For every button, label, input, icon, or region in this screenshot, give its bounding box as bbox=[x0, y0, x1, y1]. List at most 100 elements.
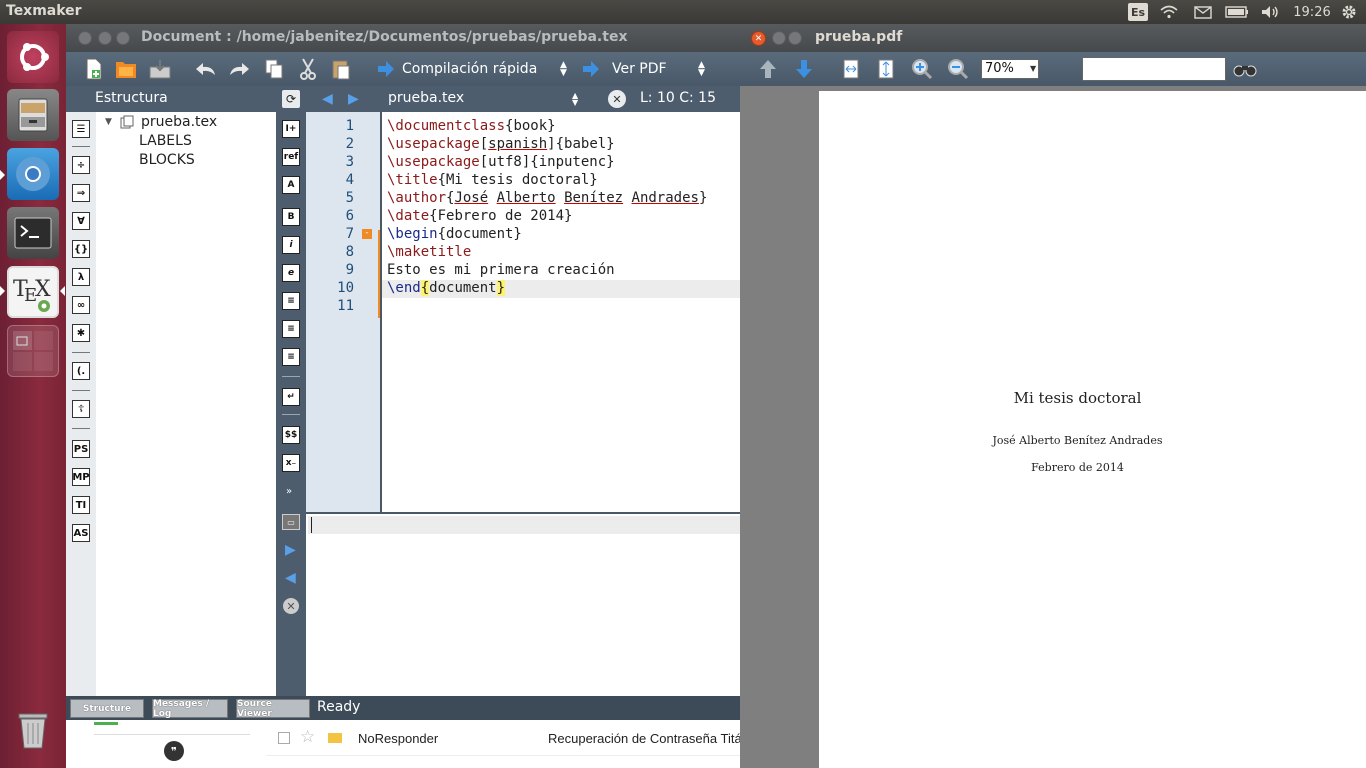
tree-item-blocks[interactable]: BLOCKS bbox=[139, 152, 195, 168]
keyboard-layout-indicator[interactable]: Es bbox=[1128, 3, 1148, 21]
quick-build-combo[interactable]: Compilación rápida ▲ ▼ bbox=[402, 58, 572, 80]
fit-page-icon[interactable] bbox=[874, 57, 898, 81]
view-run-icon[interactable] bbox=[579, 57, 603, 81]
terminal-launcher-button[interactable] bbox=[7, 207, 59, 259]
structure-title: Estructura bbox=[95, 90, 168, 106]
refresh-structure-icon[interactable]: ⟳ bbox=[282, 90, 300, 108]
redo-icon[interactable] bbox=[227, 57, 251, 81]
align-center-icon[interactable]: ≡ bbox=[282, 320, 300, 338]
operators-icon[interactable]: ÷ bbox=[72, 156, 90, 174]
minimize-button[interactable] bbox=[772, 31, 786, 45]
paste-icon[interactable] bbox=[329, 57, 353, 81]
italic-icon[interactable]: i bbox=[282, 236, 300, 254]
pdf-page[interactable]: Mi tesis doctoral José Alberto Benítez A… bbox=[819, 91, 1366, 768]
next-page-icon[interactable] bbox=[792, 57, 816, 81]
asymptote-icon[interactable]: AS bbox=[72, 524, 90, 542]
tab-messages-log[interactable]: Messages / Log bbox=[152, 699, 228, 719]
log-current-line bbox=[308, 516, 740, 534]
fit-width-icon[interactable] bbox=[839, 57, 863, 81]
email-row[interactable]: ☆ NoResponder Recuperación de Contraseña… bbox=[266, 720, 742, 756]
zoom-combo[interactable]: 70% ▼ bbox=[981, 59, 1039, 79]
chromium-launcher-button[interactable] bbox=[7, 148, 59, 200]
files-launcher-button[interactable] bbox=[7, 89, 59, 141]
clock[interactable]: 19:26 bbox=[1290, 3, 1334, 21]
log-output-icon[interactable]: ▭ bbox=[282, 514, 300, 530]
ubuntu-dash-button[interactable] bbox=[7, 31, 59, 83]
expand-chevron-icon[interactable]: » bbox=[286, 486, 292, 497]
workspace-switcher-button[interactable] bbox=[7, 325, 59, 377]
tikz-icon[interactable]: TI bbox=[72, 496, 90, 514]
texmaker-titlebar[interactable]: Document : /home/jabenitez/Documentos/pr… bbox=[66, 24, 740, 52]
previous-page-icon[interactable] bbox=[756, 57, 780, 81]
align-right-icon[interactable]: ≡ bbox=[282, 348, 300, 366]
most-used-symbols-icon[interactable]: ∞ bbox=[72, 296, 90, 314]
undo-icon[interactable] bbox=[194, 57, 218, 81]
new-line-icon[interactable]: ↵ bbox=[282, 388, 300, 406]
zoom-in-icon[interactable] bbox=[910, 57, 934, 81]
star-icon[interactable]: ☆ bbox=[300, 727, 315, 747]
next-error-icon[interactable]: ▶ bbox=[285, 542, 296, 558]
delimiters-icon[interactable]: {} bbox=[72, 240, 90, 258]
pstricks-icon[interactable]: PS bbox=[72, 440, 90, 458]
battery-icon[interactable] bbox=[1224, 3, 1250, 21]
gear-icon[interactable] bbox=[1338, 3, 1360, 21]
tree-root-file[interactable]: prueba.tex bbox=[141, 114, 217, 130]
label-tag-icon[interactable] bbox=[328, 733, 342, 743]
trash-launcher-button[interactable] bbox=[7, 704, 59, 756]
cut-icon[interactable] bbox=[296, 57, 320, 81]
emphasis-icon[interactable]: e bbox=[282, 264, 300, 282]
metapost-icon[interactable]: MP bbox=[72, 468, 90, 486]
view-combo[interactable]: Ver PDF ▲ ▼ bbox=[612, 58, 708, 80]
save-file-icon[interactable] bbox=[148, 57, 172, 81]
wifi-icon[interactable] bbox=[1158, 3, 1180, 21]
minimize-button[interactable] bbox=[98, 31, 112, 45]
spellcheck-word: spanish bbox=[488, 136, 548, 152]
math-mode-icon[interactable]: $$ bbox=[282, 426, 300, 444]
collapse-arrow-icon[interactable]: ▼ bbox=[105, 117, 112, 127]
code-editor[interactable]: \documentclass{book} \usepackage[spanish… bbox=[382, 112, 740, 512]
mail-icon[interactable] bbox=[1192, 3, 1214, 21]
close-button[interactable] bbox=[78, 31, 92, 45]
maximize-button[interactable] bbox=[788, 31, 802, 45]
pstricks-figure-icon[interactable]: ☦ bbox=[72, 400, 90, 418]
greek-letters-icon[interactable]: λ bbox=[72, 268, 90, 286]
tab-structure[interactable]: Structure bbox=[70, 699, 144, 718]
fold-marker-icon[interactable]: - bbox=[362, 229, 372, 239]
divider bbox=[282, 376, 300, 377]
tree-item-labels[interactable]: LABELS bbox=[139, 133, 192, 149]
binoculars-icon[interactable] bbox=[1233, 57, 1257, 81]
open-file-icon[interactable] bbox=[114, 57, 138, 81]
align-left-icon[interactable]: ≡ bbox=[282, 292, 300, 310]
divider bbox=[72, 352, 90, 353]
quick-build-run-icon[interactable] bbox=[374, 57, 398, 81]
texmaker-launcher-button[interactable]: TEX bbox=[7, 266, 59, 318]
part-section-icon[interactable]: I+ bbox=[282, 120, 300, 138]
maximize-button[interactable] bbox=[116, 31, 130, 45]
pdf-titlebar[interactable]: ✕ prueba.pdf bbox=[740, 24, 1366, 52]
zoom-out-icon[interactable] bbox=[946, 57, 970, 81]
document-combo[interactable]: prueba.tex ▲ ▼ bbox=[388, 90, 578, 107]
volume-icon[interactable] bbox=[1258, 3, 1282, 21]
log-panel[interactable] bbox=[306, 514, 740, 696]
misc-symbols-icon[interactable]: ∀ bbox=[72, 212, 90, 230]
previous-error-icon[interactable]: ◀ bbox=[285, 570, 296, 586]
previous-document-icon[interactable]: ◀ bbox=[322, 91, 333, 107]
subscript-icon[interactable]: x₋ bbox=[282, 454, 300, 472]
close-button[interactable]: ✕ bbox=[751, 31, 766, 46]
left-delimiter-icon[interactable]: (. bbox=[72, 362, 90, 380]
new-file-icon[interactable] bbox=[82, 57, 106, 81]
structure-list-icon[interactable]: ☰ bbox=[72, 120, 90, 138]
pdf-search-input[interactable] bbox=[1082, 57, 1226, 81]
stop-process-icon[interactable]: ✕ bbox=[283, 598, 299, 614]
tab-source-viewer[interactable]: Source Viewer bbox=[236, 699, 310, 719]
size-icon[interactable]: A bbox=[282, 176, 300, 194]
email-checkbox[interactable] bbox=[278, 732, 290, 744]
ref-icon[interactable]: ref bbox=[282, 148, 300, 166]
next-document-icon[interactable]: ▶ bbox=[348, 91, 359, 107]
copy-icon[interactable] bbox=[262, 57, 286, 81]
bold-icon[interactable]: B bbox=[282, 208, 300, 226]
close-document-icon[interactable]: ✕ bbox=[608, 90, 626, 108]
arrows-symbols-icon[interactable]: ⇒ bbox=[72, 184, 90, 202]
favorites-symbols-icon[interactable]: ✱ bbox=[72, 324, 90, 342]
hangouts-icon[interactable]: ❞ bbox=[164, 741, 184, 761]
